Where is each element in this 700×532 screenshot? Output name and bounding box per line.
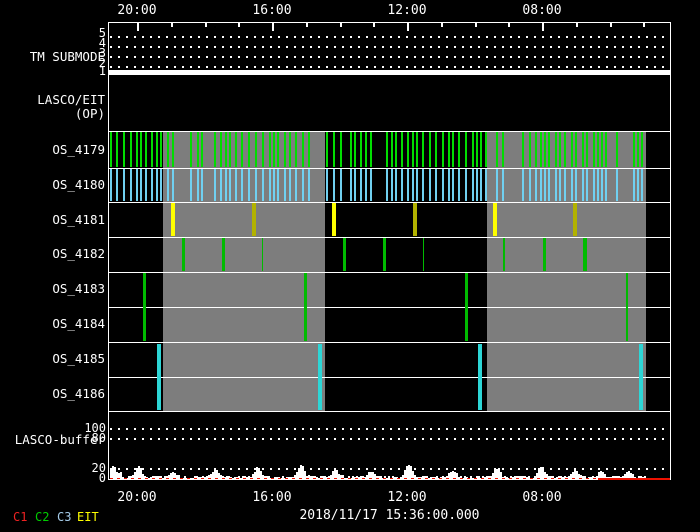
legend-item-C1: C1 — [13, 510, 28, 524]
top-axis-minor-tick — [238, 22, 240, 27]
top-axis-minor-tick — [610, 22, 612, 27]
row-label: LASCO/EIT (OP) — [37, 92, 105, 121]
event-marker-OS_4183/OS_4184 — [143, 273, 146, 341]
legend-item-C2: C2 — [35, 510, 50, 524]
row-label: OS_4179 — [52, 142, 105, 157]
tm-submode-value-bar — [108, 70, 671, 75]
panel-divider — [108, 202, 671, 203]
top-axis-minor-tick — [373, 22, 375, 27]
tm-submode-gridline — [110, 36, 669, 38]
top-axis-minor-tick — [441, 22, 443, 27]
bottom-axis-label: 08:00 — [522, 490, 562, 505]
row-label: OS_4183 — [52, 281, 105, 296]
event-marker-OS_4181 — [573, 203, 577, 236]
buffer-ytick: 80 — [91, 431, 106, 445]
row-label: OS_4182 — [52, 246, 105, 261]
top-axis-minor-tick — [576, 22, 578, 27]
panel-divider — [108, 131, 671, 132]
row-label: OS_4186 — [52, 386, 105, 401]
bottom-axis-label: 20:00 — [117, 490, 157, 505]
row-label: OS_4181 — [52, 212, 105, 227]
event-marker-OS_4181 — [252, 203, 256, 236]
buffer-gridline — [110, 438, 668, 440]
event-marker-OS_4181 — [493, 203, 497, 236]
event-marker-OS_4185/OS_4186 — [639, 344, 643, 410]
row-label: OS_4184 — [52, 316, 105, 331]
top-axis-major-tick — [137, 22, 139, 31]
event-marker-OS_4182 — [543, 238, 546, 271]
event-marker-OS_4185/OS_4186 — [478, 344, 482, 410]
event-marker-OS_4182 — [343, 238, 346, 271]
top-axis-major-tick — [272, 22, 274, 31]
event-marker-OS_4183/OS_4184 — [465, 273, 468, 341]
panel-divider — [108, 272, 671, 273]
panel-divider — [108, 168, 671, 169]
buffer-gridline — [110, 428, 668, 430]
top-axis-label: 16:00 — [252, 3, 292, 18]
bottom-axis-label: 16:00 — [252, 490, 292, 505]
top-axis-minor-tick — [475, 22, 477, 27]
timestamp-label: 2018/11/17 15:36:00.000 — [299, 508, 480, 523]
tm-submode-gridline — [110, 56, 669, 58]
legend-item-C3: C3 — [57, 510, 72, 524]
tm-submode-gridline — [110, 46, 669, 48]
top-axis-label: 20:00 — [117, 3, 157, 18]
event-marker-OS_4182 — [262, 238, 263, 271]
event-marker-OS_4182 — [383, 238, 386, 271]
tm-submode-gridline — [110, 66, 669, 68]
buffer-red-trace-solid — [598, 478, 670, 480]
buffer-red-trace-dashed — [110, 478, 598, 479]
buffer-ytick-zero: 0 — [98, 471, 106, 485]
top-axis-label: 12:00 — [387, 3, 427, 18]
event-marker-OS_4182 — [583, 238, 587, 271]
tm-submode-ytick: 1 — [98, 64, 106, 78]
event-marker-OS_4185/OS_4186 — [157, 344, 161, 410]
top-axis-minor-tick — [508, 22, 510, 27]
panel-divider — [108, 342, 671, 343]
event-marker-OS_4183/OS_4184 — [304, 273, 307, 341]
panel-divider — [108, 307, 671, 308]
top-axis-minor-tick — [643, 22, 645, 27]
top-axis-minor-tick — [340, 22, 342, 27]
event-marker-OS_4181 — [171, 203, 175, 236]
top-axis-major-tick — [542, 22, 544, 31]
event-marker-OS_4182 — [182, 238, 185, 271]
top-axis-label: 08:00 — [522, 3, 562, 18]
row-label: TM SUBMODE — [29, 49, 105, 64]
legend-item-EIT: EIT — [77, 510, 99, 524]
row-label: OS_4180 — [52, 177, 105, 192]
bottom-axis-label: 12:00 — [387, 490, 427, 505]
top-axis-minor-tick — [306, 22, 308, 27]
event-marker-OS_4181 — [332, 203, 336, 236]
panel-divider — [108, 377, 671, 378]
top-axis-major-tick — [407, 22, 409, 31]
event-marker-OS_4181 — [413, 203, 417, 236]
panel-divider — [108, 411, 671, 412]
event-marker-OS_4185/OS_4186 — [318, 344, 322, 410]
event-marker-OS_4182 — [222, 238, 225, 271]
top-axis-minor-tick — [205, 22, 207, 27]
row-label: OS_4185 — [52, 351, 105, 366]
plot-canvas: 2018/11/17 15:36:00.000 5 4 3 2 1 20:00 20:00 1… — [0, 0, 700, 532]
event-marker-OS_4183/OS_4184 — [626, 273, 628, 341]
event-marker-OS_4182 — [423, 238, 424, 271]
event-marker-OS_4182 — [503, 238, 505, 271]
buffer-gridline — [110, 468, 668, 470]
top-axis-minor-tick — [171, 22, 173, 27]
